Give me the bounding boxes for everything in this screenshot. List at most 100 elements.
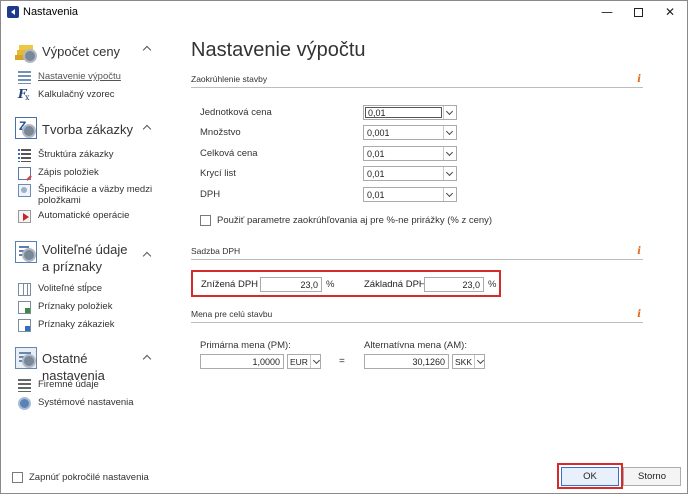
primary-currency-label: Primárna mena (PM): [200,340,291,351]
flag-icon [18,301,31,314]
section-title: Výpočet ceny [42,44,121,59]
sidebar-item-label: Príznaky položiek [38,301,113,312]
alt-currency-select[interactable]: SKK [452,354,485,369]
sidebar-item-label: Štruktúra zákazky [38,149,114,160]
sidebar-item-zapis-poloziek[interactable]: Zápis položiek [18,167,153,180]
reduced-vat-label: Znížená DPH [201,279,259,290]
rounding-cover-sheet-select[interactable]: 0,01 [363,166,457,181]
checkbox-box[interactable] [200,215,211,226]
primary-currency-amount-input[interactable]: 1,0000 [200,354,284,369]
ok-button[interactable]: OK [561,467,619,486]
alt-currency-amount-input[interactable]: 30,1260 [364,354,449,369]
columns-icon [18,283,31,296]
chevron-up-icon[interactable] [143,353,151,361]
sidebar-item-firemne-udaje[interactable]: Firemné údaje [18,379,153,392]
row-label-jednotkova-cena: Jednotková cena [200,107,272,118]
chevron-down-icon[interactable] [443,167,456,180]
chevron-up-icon[interactable] [143,44,151,52]
sidebar-item-label: Voliteľné stĺpce [38,283,103,294]
rounding-quantity-select[interactable]: 0,001 [363,125,457,140]
group-header-label: Sadzba DPH [191,246,241,256]
rounding-group-header: Zaokrúhlenie stavby i [191,74,643,88]
chevron-down-icon[interactable] [443,106,456,119]
sidebar-item-label: Firemné údaje [38,379,99,390]
sidebar-item-nastavenie-vypoctu[interactable]: Nastavenie výpočtu [18,71,153,84]
chevron-down-icon[interactable] [443,188,456,201]
rounding-vat-select[interactable]: 0,01 [363,187,457,202]
advanced-settings-checkbox[interactable]: Zapnúť pokročilé nastavenia [12,472,149,483]
sidebar-item-label: Špecifikácie a väzby medzi položkami [38,184,153,206]
section-vypocet-ceny[interactable]: Výpočet ceny [15,41,138,63]
section-tvorba-zakazky[interactable]: Tvorba zákazky [15,117,138,139]
select-value: SKK [455,357,473,367]
sidebar-item-label: Kalkulačný vzorec [38,89,115,100]
group-header-label: Mena pre celú stavbu [191,309,273,319]
select-value: 0,001 [367,128,390,138]
sidebar-item-label: Systémové nastavenia [38,397,134,408]
sidebar-item-volitelne-stlpce[interactable]: Voliteľné stĺpce [18,283,153,296]
maximize-icon [633,7,643,17]
chevron-down-icon[interactable] [443,147,456,160]
edit-icon [18,167,31,180]
spec-icon [18,184,31,197]
sidebar-item-label: Príznaky zákaziek [38,319,115,330]
close-button[interactable]: ✕ [656,3,684,21]
settings-window: Nastavenia — ✕ Výpočet ceny Nastavenie v… [0,0,688,494]
primary-currency-select[interactable]: EUR [287,354,321,369]
list-icon [18,149,31,162]
info-icon[interactable]: i [637,246,641,257]
page-title: Nastavenie výpočtu [191,39,366,61]
section-title: Tvorba zákazky [42,122,134,137]
order-doc-icon [15,117,37,139]
sidebar-item-struktura-zakazky[interactable]: Štruktúra zákazky [18,149,153,162]
chevron-down-icon[interactable] [474,355,484,368]
sidebar-item-label: Zápis položiek [38,167,99,178]
info-icon[interactable]: i [637,74,641,85]
section-title: Voliteľné údaje a príznaky [42,242,128,274]
checkbox-box[interactable] [12,472,23,483]
sidebar-item-priznaky-zakaziek[interactable]: Príznaky zákaziek [18,319,153,332]
window-title: Nastavenia [23,6,79,18]
card-gear-icon [15,347,37,369]
basic-vat-input[interactable]: 23,0 [424,277,484,292]
chevron-down-icon[interactable] [309,355,320,368]
info-icon[interactable]: i [637,309,641,320]
cancel-button[interactable]: Storno [623,467,681,486]
row-label-dph: DPH [200,189,221,200]
sidebar-item-specifikacie[interactable]: Špecifikácie a väzby medzi položkami [18,184,153,206]
sidebar-item-label: Automatické operácie [38,210,130,221]
row-label-celkova-cena: Celková cena [200,148,258,159]
play-icon [18,210,31,223]
basic-vat-label: Základná DPH [364,279,426,290]
rounding-surcharge-checkbox[interactable]: Použiť parametre zaokrúhľovania aj pre %… [200,215,492,226]
chevron-up-icon[interactable] [143,123,151,131]
reduced-vat-unit: % [326,279,335,290]
select-value: 0,01 [367,169,385,179]
select-value: 0,01 [367,149,385,159]
title-bar: Nastavenia — ✕ [1,1,687,24]
sidebar-item-systemove-nastavenia[interactable]: Systémové nastavenia [18,397,153,410]
minimize-button[interactable]: — [593,3,621,21]
sidebar-item-priznaky-poloziek[interactable]: Príznaky položiek [18,301,153,314]
table-icon [18,71,31,84]
flag-icon [18,319,31,332]
row-label-kryci-list: Krycí list [200,168,236,179]
equals-sign: = [339,356,345,367]
select-value: 0,01 [367,190,385,200]
coins-gear-icon [15,41,37,63]
row-label-mnozstvo: Množstvo [200,127,241,138]
rounding-surcharge-label: Použiť parametre zaokrúhľovania aj pre %… [217,215,493,226]
basic-vat-unit: % [488,279,497,290]
vat-group-header: Sadzba DPH i [191,246,643,260]
section-volitelne-udaje[interactable]: Voliteľné údaje a príznaky [15,241,138,275]
reduced-vat-input[interactable]: 23,0 [260,277,322,292]
maximize-button[interactable] [624,3,652,21]
sidebar-item-automaticke-operacie[interactable]: Automatické operácie [18,210,153,223]
sidebar-item-kalkulacny-vzorec[interactable]: Kalkulačný vzorec [18,87,153,102]
rounding-total-price-select[interactable]: 0,01 [363,146,457,161]
chevron-down-icon[interactable] [443,126,456,139]
fx-icon [18,87,31,102]
select-value: 0,01 [365,107,442,118]
rounding-unit-price-select[interactable]: 0,01 [363,105,457,120]
chevron-up-icon[interactable] [143,250,151,258]
